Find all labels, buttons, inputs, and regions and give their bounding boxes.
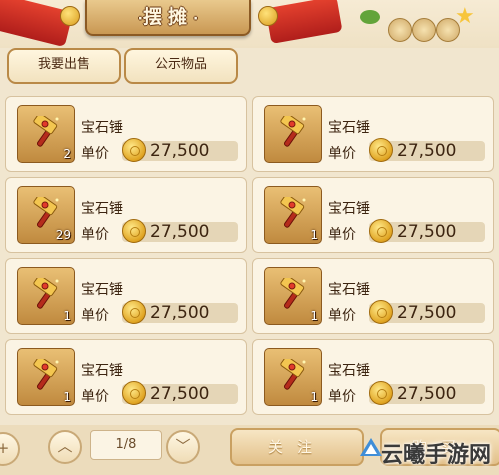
lantern-icon (60, 6, 80, 26)
item-price: 27,500 (397, 303, 457, 323)
item-count: 1 (63, 309, 71, 323)
coin-icon (122, 300, 146, 324)
item-slot[interactable]: 1 (17, 267, 75, 325)
item-slot[interactable]: 1 (17, 348, 75, 406)
coin-icon (369, 219, 393, 243)
item-price: 27,500 (397, 384, 457, 404)
lantern-icon (258, 6, 278, 26)
price-label: 单价 (328, 146, 356, 162)
item-name: 宝石锤 (328, 363, 370, 379)
item-price: 27,500 (397, 141, 457, 161)
tab-public-items[interactable]: 公示物品 (124, 48, 238, 84)
coin-decoration-icon (388, 18, 412, 42)
price-label: 单价 (81, 227, 109, 243)
item-price: 27,500 (397, 222, 457, 242)
item-card[interactable]: 29 宝石锤 单价 27,500 (5, 177, 247, 253)
item-price: 27,500 (150, 222, 210, 242)
item-count: 1 (310, 390, 318, 404)
item-count: 1 (63, 390, 71, 404)
gem-hammer-icon (33, 197, 59, 228)
gem-hammer-icon (280, 116, 306, 147)
item-price: 27,500 (150, 303, 210, 323)
page-indicator: 1/8 (90, 430, 162, 460)
item-slot[interactable]: 29 (17, 186, 75, 244)
coin-decoration-icon (412, 18, 436, 42)
item-card[interactable]: 1 宝石锤 单价 27,500 (252, 339, 494, 415)
item-slot[interactable]: 1 (264, 186, 322, 244)
coin-icon (122, 138, 146, 162)
leaf-icon (360, 10, 380, 24)
chevron-down-icon: ﹀ (175, 437, 191, 455)
item-slot[interactable]: 2 (17, 105, 75, 163)
item-count: 1 (310, 309, 318, 323)
gem-hammer-icon (280, 278, 306, 309)
item-price: 27,500 (150, 384, 210, 404)
price-label: 单价 (81, 146, 109, 162)
page-title: ·摆摊· (85, 0, 251, 36)
item-name: 宝石锤 (328, 201, 370, 217)
item-slot[interactable]: 1 (264, 348, 322, 406)
gem-hammer-icon (33, 278, 59, 309)
gem-hammer-icon (280, 197, 306, 228)
item-name: 宝石锤 (81, 363, 123, 379)
coin-icon (369, 381, 393, 405)
chevron-up-icon: ︿ (57, 437, 73, 455)
price-label: 单价 (81, 389, 109, 405)
price-label: 单价 (328, 308, 356, 324)
item-card[interactable]: 1 宝石锤 单价 27,500 (5, 258, 247, 334)
gem-hammer-icon (33, 116, 59, 147)
item-card[interactable]: 宝石锤 单价 27,500 (252, 96, 494, 172)
price-label: 单价 (328, 227, 356, 243)
item-count: 2 (63, 147, 71, 161)
item-grid: 2 宝石锤 单价 27,500 宝石锤 单价 27,500 29 宝石锤 单价 … (0, 92, 499, 422)
page-down-button[interactable]: ﹀ (166, 430, 200, 464)
item-name: 宝石锤 (328, 282, 370, 298)
item-card[interactable]: 1 宝石锤 单价 27,500 (252, 177, 494, 253)
item-name: 宝石锤 (328, 120, 370, 136)
item-card[interactable]: 1 宝石锤 单价 27,500 (5, 339, 247, 415)
item-price: 27,500 (150, 141, 210, 161)
price-label: 单价 (81, 308, 109, 324)
page-title-text: 摆摊 (142, 6, 193, 28)
page-up-button[interactable]: ︿ (48, 430, 82, 464)
item-count: 1 (310, 228, 318, 242)
coin-icon (122, 381, 146, 405)
gem-hammer-icon (33, 359, 59, 390)
item-count: 29 (55, 228, 71, 242)
item-card[interactable]: 1 宝石锤 单价 27,500 (252, 258, 494, 334)
coin-icon (369, 138, 393, 162)
item-card[interactable]: 2 宝石锤 单价 27,500 (5, 96, 247, 172)
coin-icon (122, 219, 146, 243)
item-name: 宝石锤 (81, 201, 123, 217)
follow-button[interactable]: 关注 (230, 428, 364, 466)
tab-sell[interactable]: 我要出售 (7, 48, 121, 84)
item-name: 宝石锤 (81, 120, 123, 136)
price-label: 单价 (328, 389, 356, 405)
item-slot[interactable]: 1 (264, 267, 322, 325)
coin-icon (369, 300, 393, 324)
item-name: 宝石锤 (81, 282, 123, 298)
item-slot[interactable] (264, 105, 322, 163)
watermark-text: 云曦手游网 (380, 443, 491, 468)
gem-hammer-icon (280, 359, 306, 390)
star-icon: ★ (455, 4, 475, 29)
